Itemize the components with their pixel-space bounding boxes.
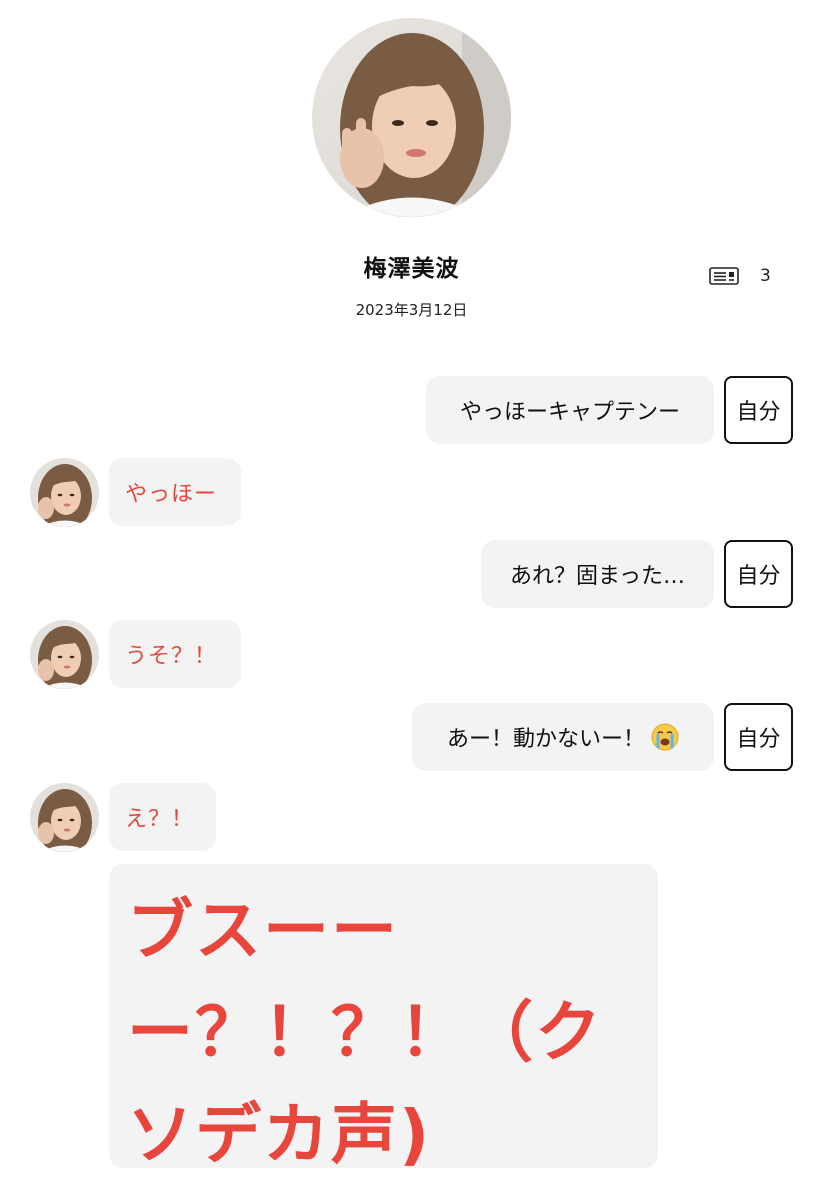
shout-line: ソデカ声) bbox=[127, 1096, 432, 1173]
message-bubble-member[interactable]: やっほー bbox=[109, 458, 241, 526]
profile-avatar[interactable] bbox=[312, 18, 511, 217]
letter-count: 3 bbox=[760, 266, 771, 286]
message-text: うそ？！ bbox=[125, 644, 218, 669]
message-text: やっほーキャプテンー bbox=[459, 400, 680, 425]
letter-count-button[interactable]: 3 bbox=[709, 264, 789, 288]
letter-list-icon bbox=[709, 266, 739, 286]
conversation-date: 2023年3月12日 bbox=[355, 301, 468, 319]
message-text: あー！動かないー！ bbox=[446, 727, 645, 752]
profile-photo bbox=[312, 18, 511, 217]
shout-line: ブスーー bbox=[127, 892, 399, 969]
self-tag: 自分 bbox=[724, 703, 793, 771]
self-tag: 自分 bbox=[724, 376, 793, 444]
crying-face-icon bbox=[651, 723, 679, 751]
member-avatar[interactable] bbox=[30, 620, 99, 689]
message-text: え？！ bbox=[125, 807, 195, 832]
self-tag: 自分 bbox=[724, 540, 793, 608]
message-text: やっほー bbox=[125, 482, 218, 507]
shout-text-block: ブスーー ー？！？！（ク ソデカ声) bbox=[127, 882, 603, 1188]
message-bubble-self[interactable]: あー！動かないー！ bbox=[412, 703, 714, 771]
message-bubble-self[interactable]: あれ？固まった… bbox=[481, 540, 714, 608]
message-text: あれ？固まった… bbox=[509, 564, 686, 589]
message-bubble-self[interactable]: やっほーキャプテンー bbox=[426, 376, 714, 444]
member-name: 梅澤美波 bbox=[363, 256, 460, 282]
member-avatar[interactable] bbox=[30, 458, 99, 527]
message-bubble-member[interactable]: うそ？！ bbox=[109, 620, 241, 688]
message-bubble-member-large[interactable]: ブスーー ー？！？！（ク ソデカ声) bbox=[109, 864, 658, 1173]
member-avatar[interactable] bbox=[30, 783, 99, 852]
shout-line: ー？！？！（ク bbox=[127, 994, 603, 1071]
message-bubble-member[interactable]: え？！ bbox=[109, 783, 216, 851]
